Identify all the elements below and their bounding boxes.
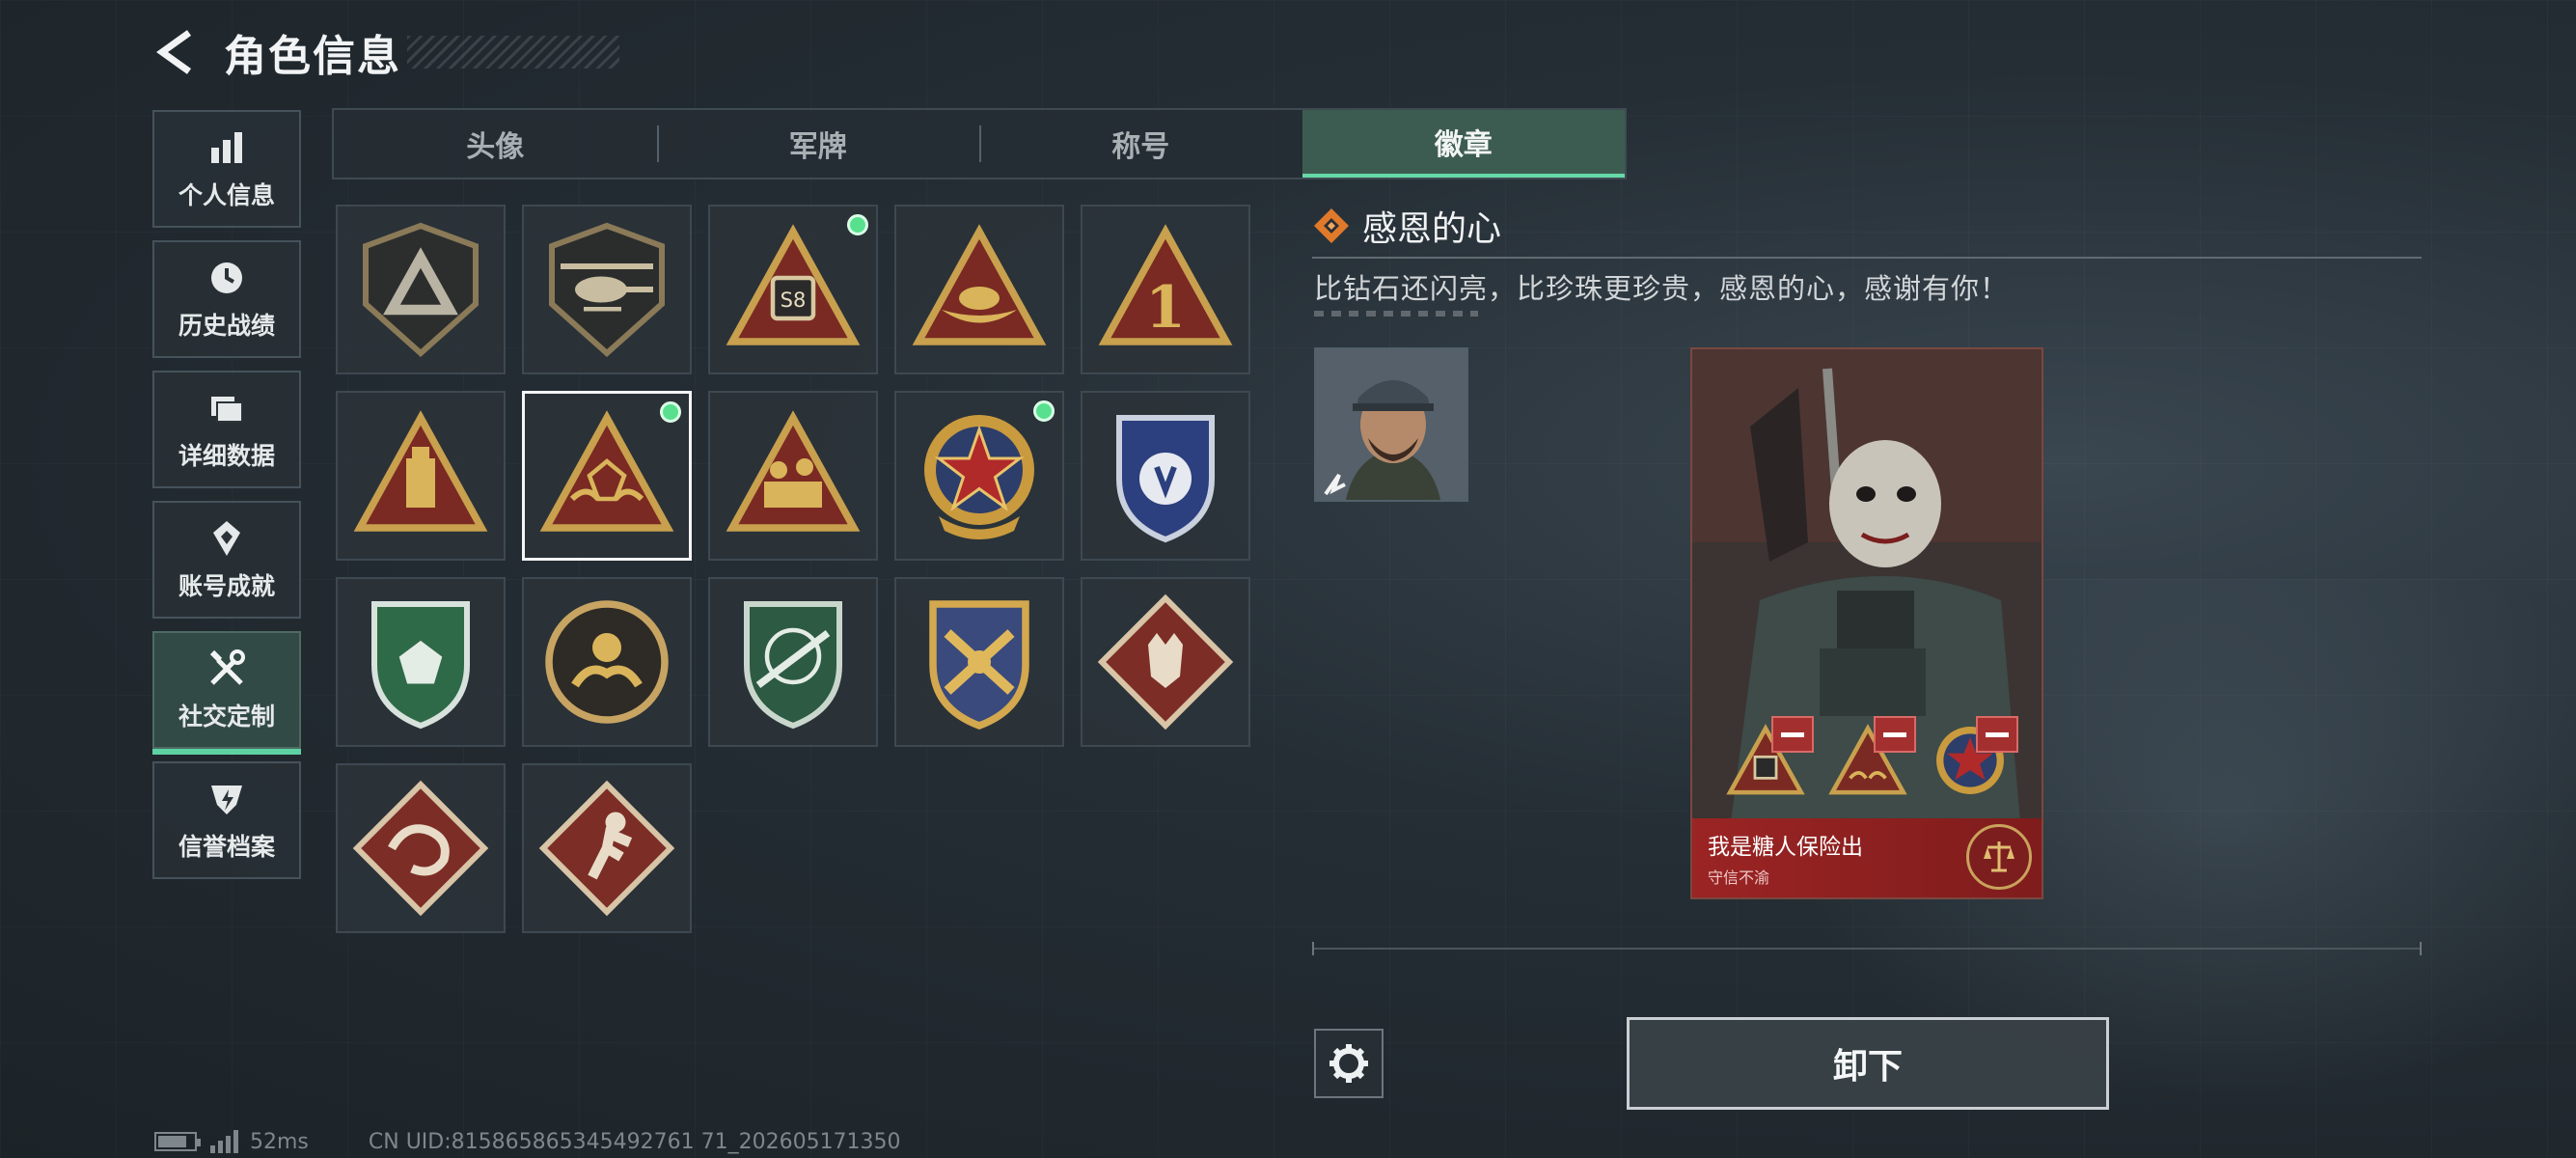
card-badge-slot-1[interactable] [1721,716,1814,805]
badge-s8[interactable]: S8 [708,205,878,374]
title-decoration [407,36,619,69]
shield-credit-icon [206,778,248,820]
battery-icon [154,1132,201,1151]
crossed-arms-badge-icon [929,600,1029,731]
badge-bird-nest[interactable] [894,205,1064,374]
bird-nest-badge-icon [912,224,1047,345]
badge-crossed-arms[interactable] [894,577,1064,747]
new-indicator [1033,400,1055,422]
remove-badge-button[interactable] [1771,716,1814,753]
svg-text:1: 1 [1145,274,1186,342]
badge-team-soldiers[interactable] [708,391,878,561]
badge-runner[interactable] [522,763,692,933]
scales-emblem-icon [1966,824,2032,890]
wrench-screwdriver-icon [206,648,248,690]
badge-delta-shield[interactable] [336,205,506,374]
wolf-badge-icon [1097,593,1234,731]
svg-text:S8: S8 [781,289,807,312]
grateful-heart-badge-icon [539,410,674,532]
badge-detail-title: 感恩的心 [1362,209,1502,249]
sidebar-item-personal-info[interactable]: 个人信息 [152,110,301,228]
divider [1312,257,2422,259]
folder-icon [206,387,248,429]
round-crest-badge-icon [545,600,669,724]
achievement-icon [206,517,248,560]
remove-badge-button[interactable] [1874,716,1916,753]
sidebar-item-credit[interactable]: 信誉档案 [152,761,301,879]
sidebar-item-label: 历史战绩 [178,312,275,340]
dragon-badge-icon [352,780,489,917]
diamond-icon [1314,208,1349,243]
soldier-portrait-image [1316,349,1466,500]
s8-badge-icon: S8 [726,224,861,345]
settings-button[interactable] [1314,1029,1384,1098]
card-badge-slot-2[interactable] [1823,716,1916,805]
blue-shield-badge-icon [1116,415,1215,543]
page-title: 角色信息 [224,32,401,81]
divider [1312,942,2422,955]
card-badge-slot-3[interactable] [1926,716,2018,805]
new-indicator [847,214,868,235]
status-bar: 52ms CN UID:815865865345492761 71_202605… [154,1127,901,1156]
sidebar-item-label: 社交定制 [178,703,275,731]
badge-blue-shield[interactable] [1081,391,1250,561]
star-emblem-badge-icon [924,415,1034,539]
tab-dog-tag[interactable]: 军牌 [656,110,980,178]
badge-grateful-heart[interactable] [522,391,692,561]
sidebar: 个人信息 历史战绩 详细数据 账号成就 社交定制 信誉档案 [152,110,301,892]
badge-helicopter[interactable] [522,205,692,374]
sidebar-item-label: 个人信息 [178,181,275,209]
sidebar-item-label: 详细数据 [178,442,275,470]
number-one-badge-icon: 1 [1098,224,1233,345]
card-footer: 我是糖人保险出 守信不渝 [1692,818,2042,897]
unequip-button[interactable]: 卸下 [1627,1017,2109,1110]
green-gem-badge-icon [371,601,470,730]
runner-badge-icon [538,780,675,917]
tab-title[interactable]: 称号 [979,110,1302,178]
signal-icon [210,1130,238,1153]
player-avatar [1314,347,1468,502]
bar-chart-icon [206,126,248,169]
ping-text: 52ms [250,1129,309,1154]
new-indicator [660,401,681,423]
tab-avatar[interactable]: 头像 [334,110,657,178]
usb-badge-icon [353,410,488,532]
sidebar-item-achievements[interactable]: 账号成就 [152,501,301,619]
badge-number-one[interactable]: 1 [1081,205,1250,374]
badge-round-crest[interactable] [522,577,692,747]
badge-green-gem[interactable] [336,577,506,747]
tab-badge[interactable]: 徽章 [1302,110,1625,178]
remove-badge-button[interactable] [1976,716,2018,753]
badge-star-emblem[interactable] [894,391,1064,561]
sidebar-item-history[interactable]: 历史战绩 [152,240,301,358]
sidebar-item-label: 账号成就 [178,572,275,600]
player-title: 守信不渝 [1708,868,1770,887]
sidebar-item-social-custom[interactable]: 社交定制 [152,631,301,755]
uid-text: CN UID:815865865345492761 71_20260517135… [368,1129,901,1154]
badge-dragon[interactable] [336,763,506,933]
chevron-left-icon [156,30,192,74]
sidebar-item-detailed-data[interactable]: 详细数据 [152,371,301,488]
delta-shield-badge-icon [363,222,479,358]
header: 角色信息 [154,23,619,81]
team-soldiers-badge-icon [726,410,861,532]
description-decoration [1314,311,1478,317]
tab-bar: 头像 军牌 称号 徽章 [332,108,1627,179]
player-card: 我是糖人保险出 守信不渝 [1690,347,2043,899]
badge-usb[interactable] [336,391,506,561]
badge-detail-header: 感恩的心 [1312,201,1501,251]
back-button[interactable] [154,27,201,77]
badge-wolf[interactable] [1081,577,1250,747]
helicopter-badge-icon [549,222,665,358]
player-name: 我是糖人保险出 [1708,835,1863,860]
sniper-badge-icon [744,601,842,730]
gear-icon [1329,1044,1368,1083]
badge-sniper[interactable] [708,577,878,747]
badge-detail-description: 比钻石还闪亮，比珍珠更珍贵，感恩的心，感谢有你！ [1314,272,2010,305]
sidebar-item-label: 信誉档案 [178,833,275,861]
history-clock-icon [206,257,248,299]
